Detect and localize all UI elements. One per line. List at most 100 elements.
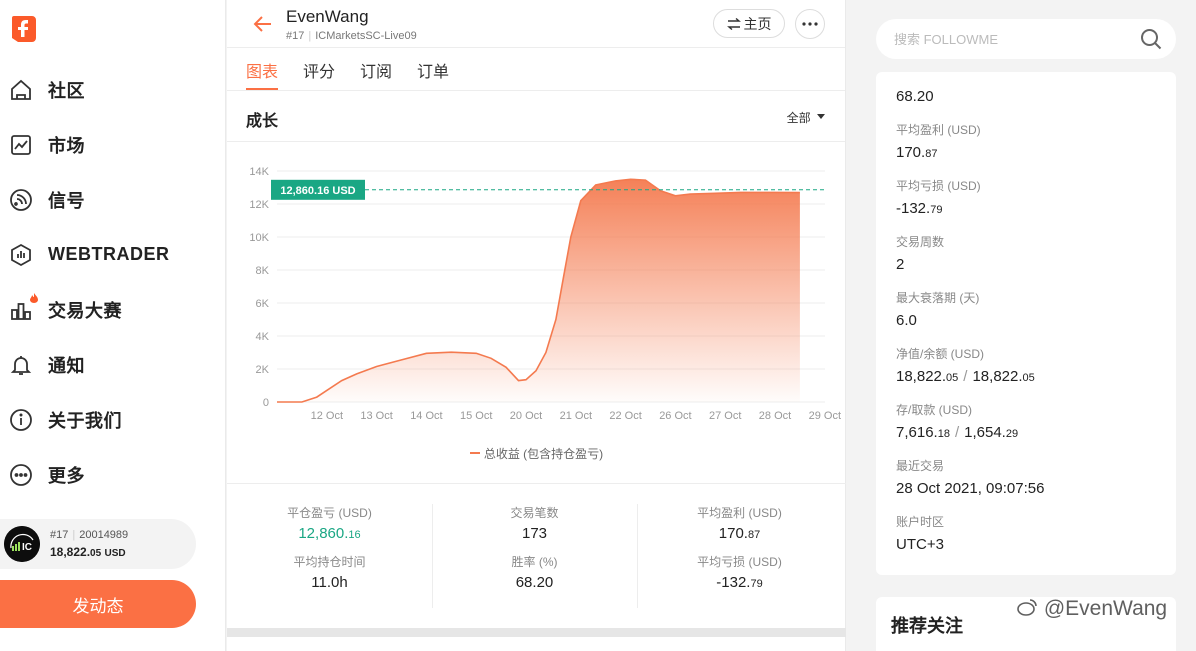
sidebar-item-label: 关于我们 xyxy=(48,410,122,431)
sidebar-item-label: 更多 xyxy=(48,465,85,486)
back-arrow-icon[interactable] xyxy=(251,12,275,36)
trader-stats-card: 68.20 平均盈利 (USD) 170.87 平均亏损 (USD) -132.… xyxy=(876,72,1176,575)
stat-label: 平均持仓时间 xyxy=(293,555,366,569)
sidebar-item-about[interactable]: 关于我们 xyxy=(0,392,226,447)
tab-chart[interactable]: 图表 xyxy=(246,58,278,82)
stat-value: 7,616.18/1,654.29 xyxy=(896,424,1019,441)
x-tick-label: 15 Oct xyxy=(460,410,492,422)
stat-deposit-withdraw: 存/取款 (USD) 7,616.18/1,654.29 xyxy=(896,401,1018,441)
stat-avg-profit: 平均盈利 (USD) 170.87 xyxy=(896,121,981,161)
profile-tabs: 图表 评分 订阅 订单 xyxy=(227,48,845,91)
webtrader-icon xyxy=(8,242,34,268)
watermark: @EvenWang xyxy=(1016,597,1167,621)
sidebar-item-label: 信号 xyxy=(48,190,85,211)
stat-value: 173 xyxy=(521,525,548,542)
stat-value: 28 Oct 2021, 09:07:56 xyxy=(896,480,1045,497)
stat-label: 交易笔数 xyxy=(510,506,559,520)
section-divider-bar xyxy=(227,628,846,637)
y-tick-label: 2K xyxy=(256,364,270,376)
home-icon xyxy=(8,77,34,103)
followme-logo-icon[interactable] xyxy=(10,14,36,42)
ellipsis-icon xyxy=(802,22,818,26)
stat-value: 170.87 xyxy=(718,525,761,542)
x-tick-label: 12 Oct xyxy=(311,410,343,422)
sidebar-item-community[interactable]: 社区 xyxy=(0,62,226,117)
weibo-icon xyxy=(1017,599,1037,616)
home-page-button[interactable]: 主页 xyxy=(713,9,785,38)
x-tick-label: 29 Oct xyxy=(809,410,841,422)
caret-down-icon xyxy=(817,114,825,119)
sidebar-item-more[interactable]: 更多 xyxy=(0,447,226,502)
stat-trade-weeks: 交易周数 2 xyxy=(896,233,944,273)
more-options-button[interactable] xyxy=(795,9,825,39)
more-icon xyxy=(8,462,34,488)
account-rank: #17 xyxy=(50,529,69,541)
post-status-button[interactable]: 发动态 xyxy=(0,580,196,628)
info-icon xyxy=(8,407,34,433)
stat-winrate: 68.20 xyxy=(896,88,934,105)
search-icon[interactable] xyxy=(1140,28,1162,50)
stat-label: 净值/余额 (USD) xyxy=(896,347,984,361)
x-tick-label: 28 Oct xyxy=(759,410,791,422)
profile-header: EvenWang #17 | ICMarketsSC-Live09 主页 xyxy=(227,0,845,48)
current-value-label: 12,860.16 USD xyxy=(280,185,355,197)
stat-value: 170.87 xyxy=(896,144,938,161)
search-input[interactable] xyxy=(894,31,1140,47)
growth-section-header: 成长 全部 xyxy=(227,91,845,142)
stat-value: UTC+3 xyxy=(896,536,944,553)
profile-server: ICMarketsSC-Live09 xyxy=(315,30,417,42)
chart-line-icon xyxy=(8,132,34,158)
x-tick-label: 14 Oct xyxy=(410,410,442,422)
tab-orders[interactable]: 订单 xyxy=(417,58,449,82)
stat-value: 2 xyxy=(896,256,905,273)
stat-timezone: 账户时区 UTC+3 xyxy=(896,513,944,553)
sidebar-item-market[interactable]: 市场 xyxy=(0,117,226,172)
recommend-title: 推荐关注 xyxy=(891,616,963,636)
sidebar-item-webtrader[interactable]: WEBTRADER xyxy=(0,227,226,282)
tab-rating[interactable]: 评分 xyxy=(303,58,335,82)
range-filter-dropdown[interactable]: 全部 xyxy=(787,109,825,126)
avatar-text: IC xyxy=(22,542,32,553)
sidebar-item-signal[interactable]: 信号 xyxy=(0,172,226,227)
tab-subscribe[interactable]: 订阅 xyxy=(360,58,392,82)
stat-column: 平仓盈亏 (USD) 12,860.16 平均持仓时间 11.0h xyxy=(227,504,432,602)
y-tick-label: 12K xyxy=(249,199,269,211)
stat-value: 18,822.05/18,822.05 xyxy=(896,368,1035,385)
stat-label: 平均盈利 (USD) xyxy=(697,506,782,520)
growth-chart: 0 2K 4K 6K 8K 10K 12K 14K 12 Oct 13 Oct 14 Oct 15 O… xyxy=(227,143,846,483)
watermark-text: @EvenWang xyxy=(1043,597,1168,620)
profile-rank: #17 xyxy=(286,30,305,42)
profile-subtitle: #17 | ICMarketsSC-Live09 xyxy=(286,30,417,42)
stat-label: 平均盈利 (USD) xyxy=(896,123,981,137)
range-filter-label: 全部 xyxy=(786,111,811,125)
y-tick-label: 8K xyxy=(256,265,270,277)
stat-equity-balance: 净值/余额 (USD) 18,822.05/18,822.05 xyxy=(896,345,1035,385)
stat-label: 平均亏损 (USD) xyxy=(697,555,782,569)
stat-label: 最大衰落期 (天) xyxy=(896,291,980,305)
sidebar-item-label: 通知 xyxy=(48,355,85,376)
y-tick-label: 6K xyxy=(256,298,270,310)
stat-value: 68.20 xyxy=(896,88,934,105)
growth-chart-svg: 0 2K 4K 6K 8K 10K 12K 14K 12 Oct 13 Oct 14 Oct 15 O… xyxy=(249,166,841,422)
sidebar-item-label: 交易大赛 xyxy=(48,300,122,321)
stat-label: 平仓盈亏 (USD) xyxy=(287,506,372,520)
bell-icon xyxy=(8,352,34,378)
sidebar-item-contest[interactable]: 交易大赛 xyxy=(0,282,226,337)
stat-label: 胜率 (%) xyxy=(511,555,558,569)
stat-label: 存/取款 (USD) xyxy=(896,403,972,417)
stat-column: 平均盈利 (USD) 170.87 平均亏损 (USD) -132.79 xyxy=(637,504,842,602)
account-switcher[interactable]: IC #17 | 20014989 18,822.05 USD xyxy=(0,519,196,569)
profile-name: EvenWang xyxy=(286,7,369,26)
stat-max-drawdown: 最大衰落期 (天) 6.0 xyxy=(896,289,979,329)
stat-value: -132.79 xyxy=(716,574,763,591)
x-tick-label: 13 Oct xyxy=(360,410,392,422)
sidebar-nav: 社区 市场 信号 WEBTRADER 交易大赛 通知 关于我们 更多 xyxy=(0,62,226,502)
sidebar-item-label: WEBTRADER xyxy=(48,244,170,264)
app-root: 社区 市场 信号 WEBTRADER 交易大赛 通知 关于我们 更多 IC #1… xyxy=(0,0,1196,651)
stat-column: 交易笔数 173 胜率 (%) 68.20 xyxy=(432,504,637,602)
y-tick-label: 14K xyxy=(249,166,269,178)
main-column: EvenWang #17 | ICMarketsSC-Live09 主页 图表 评分… xyxy=(227,0,846,651)
account-currency: USD xyxy=(104,548,126,559)
growth-title: 成长 xyxy=(246,113,279,130)
sidebar-item-notifications[interactable]: 通知 xyxy=(0,337,226,392)
